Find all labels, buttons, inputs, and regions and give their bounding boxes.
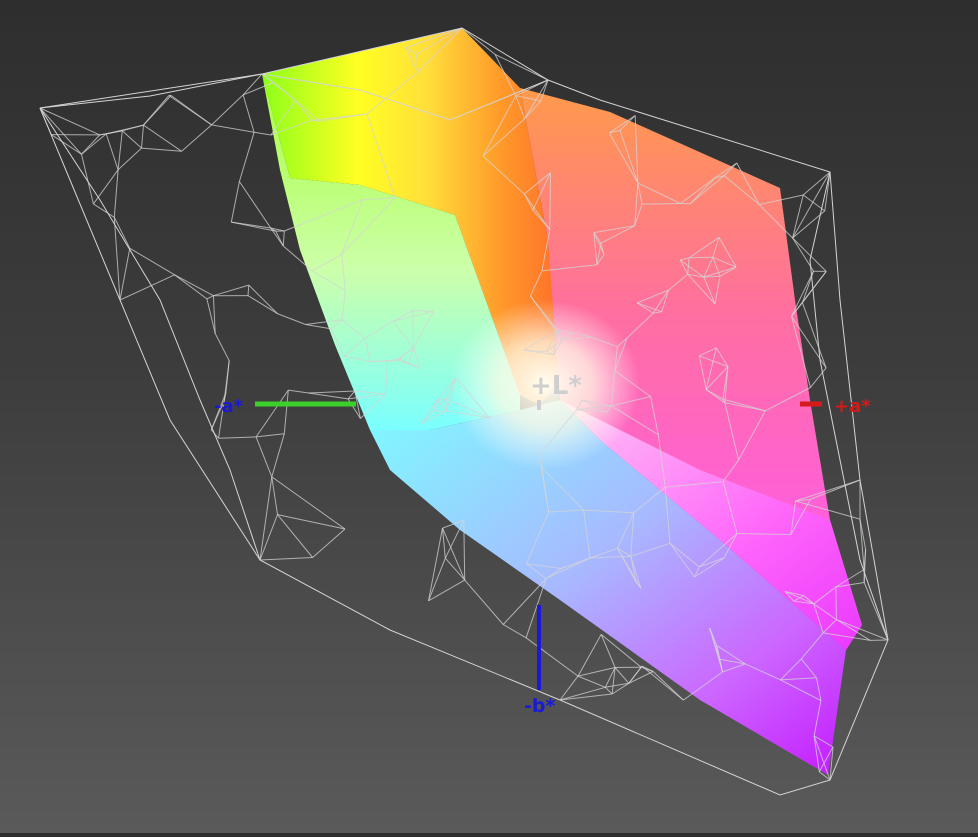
wireframe-edge [239, 132, 254, 181]
wireframe-edge [260, 558, 313, 561]
wireframe-edge [836, 587, 837, 620]
wireframe-edge [256, 434, 284, 437]
wireframe-edge [793, 238, 814, 271]
wireframe-edge [803, 195, 825, 211]
wireframe-edge [212, 95, 244, 125]
wireframe-edge [429, 528, 443, 601]
wireframe-edge [249, 285, 278, 314]
wireframe-edge [560, 676, 578, 700]
wireframe-edge [120, 248, 130, 300]
wireframe-edge [175, 275, 207, 299]
wireframe-edge [550, 173, 551, 230]
gamut-scene: +L* -a* +a* -b* [0, 0, 978, 833]
plus-l-axis-label: +L* [530, 371, 582, 401]
wireframe-edge [175, 275, 214, 296]
wireframe-edge [601, 634, 615, 667]
wireframe-edge [578, 668, 615, 677]
wireframe-edge [114, 170, 118, 218]
wireframe-edge [413, 311, 414, 348]
wireframe-edge [578, 676, 605, 687]
wireframe-edge [211, 430, 218, 438]
wireframe-edge [605, 687, 612, 694]
wireframe-edge [288, 390, 308, 393]
wireframe-edge [219, 437, 257, 438]
wireframe-edge [578, 634, 601, 676]
wireframe-edge [82, 154, 94, 204]
wireframe-edge [144, 96, 169, 126]
wireframe-edge [793, 195, 804, 238]
wireframe-edge [792, 271, 814, 316]
wireframe-edge [629, 666, 642, 683]
wireframe-edge [309, 391, 355, 393]
wireframe-edge [142, 148, 182, 151]
wireframe-edge [284, 390, 288, 434]
wireframe-edge [615, 668, 629, 684]
wireframe-edge [277, 314, 305, 325]
wireframe-edge [793, 211, 825, 238]
minus-a-axis-label: -a* [214, 396, 244, 417]
wireframe-edge [689, 257, 713, 258]
wireframe-edge [802, 271, 813, 303]
wireframe-edge [446, 399, 447, 411]
wireframe-edge [106, 134, 118, 170]
wireframe-edge [144, 125, 182, 151]
wireframe-edge [260, 515, 278, 560]
wireframe-edge [239, 182, 270, 229]
wireframe-edge [215, 334, 229, 361]
wireframe-edge [272, 477, 278, 515]
gamut-3d-viewport[interactable]: +L* -a* +a* -b* [0, 0, 978, 833]
wireframe-edge [864, 549, 865, 582]
wireframe-edge [93, 170, 118, 204]
wireframe-edge [256, 437, 272, 477]
wireframe-edge [213, 285, 248, 296]
wireframe-edge [503, 625, 526, 638]
wireframe-edge [629, 672, 653, 684]
wireframe-edge [283, 231, 284, 246]
wireframe-edge [224, 361, 229, 401]
wireframe-edge [792, 271, 827, 316]
wireframe-edge [118, 148, 141, 170]
wireframe-edge [231, 222, 275, 231]
wireframe-edge [248, 285, 249, 296]
wireframe-edge [526, 638, 578, 676]
wireframe-edge [114, 217, 130, 248]
plus-a-axis-label: +a* [834, 396, 871, 417]
minus-b-axis-label: -b* [524, 695, 555, 717]
wireframe-edge [864, 583, 888, 641]
wireframe-edge [207, 296, 214, 299]
wireframe-edge [429, 580, 465, 601]
wireframe-edge [260, 477, 272, 560]
wireframe-edge [40, 108, 82, 154]
wireframe-left-seam [40, 108, 260, 560]
wireframe-edge [182, 125, 212, 151]
wireframe-edge [169, 96, 212, 125]
wireframe-edge [243, 95, 254, 132]
wireframe-edge [793, 238, 827, 271]
wireframe-edge [142, 125, 144, 148]
wireframe-edge [212, 125, 255, 132]
wireframe-edge [465, 580, 504, 624]
wireframe-edge [309, 393, 349, 399]
wireframe-edge [445, 558, 464, 580]
wireframe-edge [118, 131, 122, 170]
wireframe-edge [254, 132, 271, 135]
wireframe-edge [231, 182, 239, 223]
wireframe-edge [256, 390, 288, 437]
wireframe-edge [802, 303, 826, 368]
wireframe-edge [313, 529, 345, 558]
wireframe-edge [642, 204, 681, 205]
wireframe-edge [793, 172, 830, 238]
wireframe-edge [82, 134, 107, 154]
wireframe-edge [526, 579, 546, 638]
wireframe-edge [272, 434, 285, 477]
wireframe-edge [429, 558, 446, 601]
wireframe-edge [560, 687, 605, 700]
wireframe-edge [122, 131, 141, 148]
wireframe-edge [560, 694, 612, 700]
wireframe-edge [306, 325, 332, 329]
wireframe-edge [443, 528, 465, 580]
